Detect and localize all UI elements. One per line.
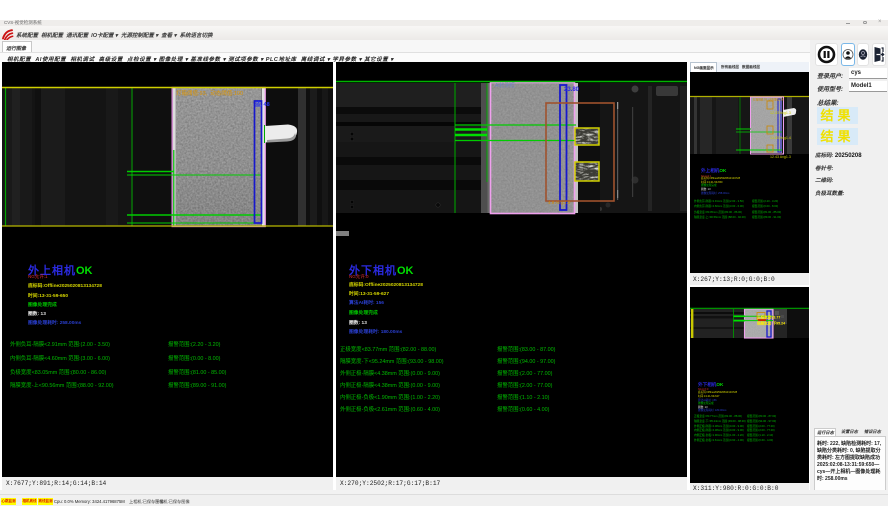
svg-text:12.43 Avg1.3: 12.43 Avg1.3 — [770, 111, 791, 115]
svg-text:隔膜宽度-下95.24: 隔膜宽度-下95.24 — [757, 321, 785, 326]
svg-text:4.9 Avg:1.9: 4.9 Avg:1.9 — [548, 200, 571, 205]
svg-text:12.43 Avg1.3: 12.43 Avg1.3 — [770, 155, 791, 159]
svg-text:正极宽度83.77: 正极宽度83.77 — [757, 315, 780, 320]
svg-text:13.45 Avg1.4: 13.45 Avg1.4 — [770, 136, 791, 140]
svg-text:灯箱阈值:93, 动态阈值:100: 灯箱阈值:93, 动态阈值:100 — [753, 98, 784, 102]
